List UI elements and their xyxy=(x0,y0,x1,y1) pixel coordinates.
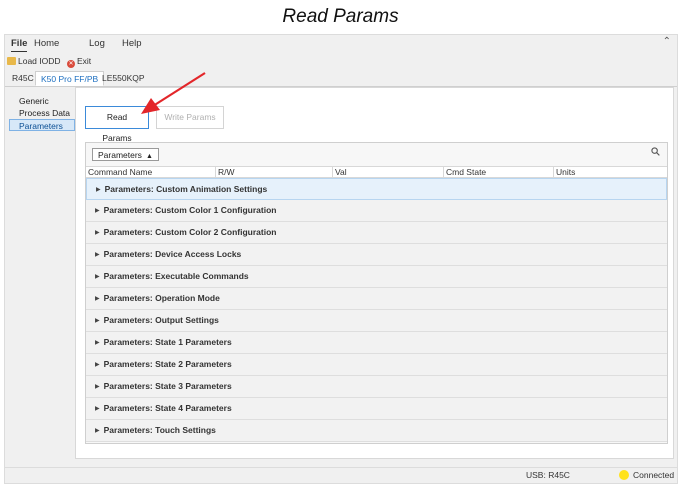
exit-button[interactable]: ✕ Exit xyxy=(67,56,91,68)
sidebar-item-parameters[interactable]: Parameters xyxy=(9,119,75,131)
group-row-label: Parameters: State 1 Parameters xyxy=(103,337,232,347)
expand-arrow-icon[interactable]: ▶ xyxy=(95,399,100,420)
group-row[interactable]: ▶ Parameters: Custom Color 2 Configuratio… xyxy=(86,222,667,244)
group-row[interactable]: ▶ Parameters: State 1 Parameters xyxy=(86,332,667,354)
group-row-label: Parameters: Device Access Locks xyxy=(103,249,242,259)
parameter-grid: Parameters ▲ Command Name R/W Val Cmd Sta… xyxy=(85,142,668,444)
group-row[interactable]: ▶ Parameters: Operation Mode xyxy=(86,288,667,310)
usb-port-status: USB: R45C xyxy=(526,470,570,480)
expand-arrow-icon[interactable]: ▶ xyxy=(95,355,100,376)
connection-status: Connected xyxy=(633,470,675,480)
expand-arrow-icon[interactable]: ▶ xyxy=(95,421,100,442)
read-params-button[interactable]: Read Params xyxy=(85,106,149,143)
write-params-button[interactable]: Write Params xyxy=(156,106,224,129)
sidebar-item-generic[interactable]: Generic xyxy=(9,95,75,107)
exit-label: Exit xyxy=(77,56,92,66)
group-row[interactable]: ▶ Parameters: State 4 Parameters xyxy=(86,398,667,420)
group-row[interactable]: ▶ Parameters: State 2 Parameters xyxy=(86,354,667,376)
tab-le550kqp[interactable]: LE550KQP xyxy=(97,71,150,86)
column-units[interactable]: Units xyxy=(554,167,667,178)
menu-bar: File Home Log Help ⌃ xyxy=(5,35,677,53)
group-chip[interactable]: Parameters ▲ xyxy=(92,148,159,161)
sidebar: Generic Process Data Parameters xyxy=(9,95,75,131)
group-row-label: Parameters: Custom Color 1 Configuration xyxy=(103,205,277,215)
column-rw[interactable]: R/W xyxy=(216,167,333,178)
exit-icon: ✕ xyxy=(67,60,75,68)
sidebar-item-process-data[interactable]: Process Data xyxy=(9,107,75,119)
status-bar: USB: R45C Connected xyxy=(5,467,677,483)
connection-indicator-icon xyxy=(619,470,629,480)
group-row[interactable]: ▶ Parameters: State 3 Parameters xyxy=(86,376,667,398)
group-by-bar: Parameters ▲ xyxy=(86,143,667,166)
expand-arrow-icon[interactable]: ▶ xyxy=(95,289,100,310)
search-icon[interactable] xyxy=(651,147,660,156)
group-row[interactable]: ▶ Parameters: Output Settings xyxy=(86,310,667,332)
group-chip-label: Parameters xyxy=(98,150,142,160)
expand-arrow-icon[interactable]: ▶ xyxy=(95,377,100,398)
load-iodd-label: Load IODD xyxy=(18,56,61,66)
group-row[interactable]: ▶ Parameters: Custom Animation Settings xyxy=(86,178,667,200)
group-rows: ▶ Parameters: Custom Animation Settings ▶… xyxy=(86,178,667,442)
tab-r45c[interactable]: R45C xyxy=(7,71,39,86)
group-row-label: Parameters: Touch Settings xyxy=(103,425,216,435)
column-header: Command Name R/W Val Cmd State Units xyxy=(86,166,667,178)
figure-caption: Read Params xyxy=(282,6,399,27)
sort-up-icon: ▲ xyxy=(145,153,153,160)
group-row-label: Parameters: Custom Color 2 Configuration xyxy=(103,227,277,237)
group-row-label: Parameters: State 4 Parameters xyxy=(103,403,232,413)
group-row-label: Parameters: Executable Commands xyxy=(103,271,249,281)
column-cmd-state[interactable]: Cmd State xyxy=(444,167,554,178)
menu-help[interactable]: Help xyxy=(122,38,142,49)
group-row-label: Parameters: Output Settings xyxy=(103,315,219,325)
group-row-label: Parameters: Custom Animation Settings xyxy=(104,184,268,194)
device-tab-strip: R45C K50 Pro FF/PB LE550KQP xyxy=(5,71,677,87)
group-row-label: Parameters: State 2 Parameters xyxy=(103,359,232,369)
expand-arrow-icon[interactable]: ▶ xyxy=(95,311,100,332)
tab-k50-pro[interactable]: K50 Pro FF/PB xyxy=(35,71,105,86)
app-window: File Home Log Help ⌃ Load IODD ✕ Exit R45… xyxy=(4,34,678,484)
load-iodd-button[interactable]: Load IODD xyxy=(7,56,61,66)
folder-icon xyxy=(7,57,16,65)
ribbon-collapse-icon[interactable]: ⌃ xyxy=(663,36,671,47)
expand-arrow-icon[interactable]: ▶ xyxy=(95,223,100,244)
group-row[interactable]: ▶ Parameters: Touch Settings xyxy=(86,420,667,442)
menu-log[interactable]: Log xyxy=(89,38,105,49)
expand-arrow-icon[interactable]: ▶ xyxy=(95,333,100,354)
column-val[interactable]: Val xyxy=(333,167,444,178)
column-command-name[interactable]: Command Name xyxy=(86,167,216,178)
group-row[interactable]: ▶ Parameters: Executable Commands xyxy=(86,266,667,288)
expand-arrow-icon[interactable]: ▶ xyxy=(96,180,101,201)
expand-arrow-icon[interactable]: ▶ xyxy=(95,267,100,288)
group-row-label: Parameters: State 3 Parameters xyxy=(103,381,232,391)
expand-arrow-icon[interactable]: ▶ xyxy=(95,245,100,266)
menu-file[interactable]: File xyxy=(11,38,28,52)
group-row-label: Parameters: Operation Mode xyxy=(103,293,220,303)
group-row[interactable]: ▶ Parameters: Device Access Locks xyxy=(86,244,667,266)
menu-home[interactable]: Home xyxy=(34,38,59,49)
group-row[interactable]: ▶ Parameters: Custom Color 1 Configuratio… xyxy=(86,200,667,222)
expand-arrow-icon[interactable]: ▶ xyxy=(95,201,100,222)
parameters-panel: Read Params Write Params Parameters ▲ Com… xyxy=(75,87,674,459)
